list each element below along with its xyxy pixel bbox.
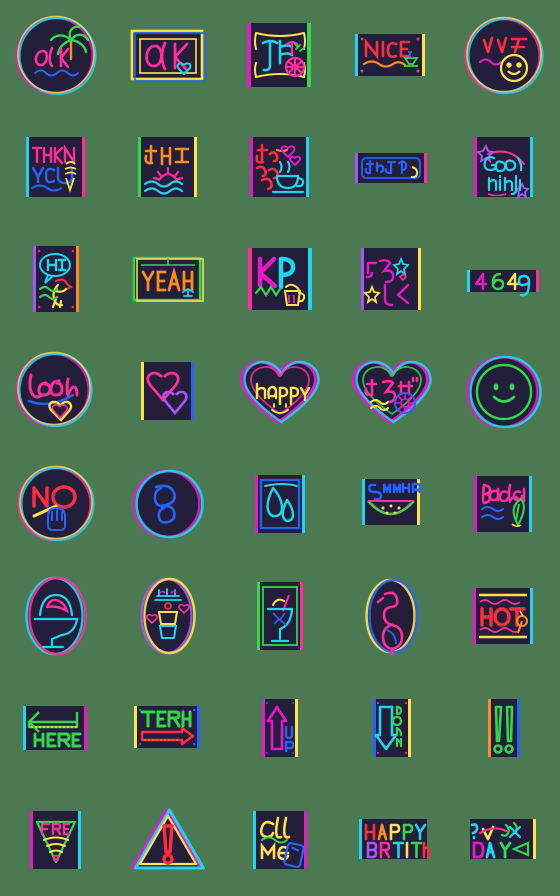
- sticker-warning-triangle[interactable]: !: [130, 804, 206, 876]
- sticker-yeah-rect[interactable]: YEAH: [127, 252, 209, 308]
- sticker-cell[interactable]: おつかれ: [224, 112, 336, 224]
- sticker-ohayo-sunrise-rect[interactable]: おはよ: [132, 132, 204, 204]
- sticker-hot-thermometer-rect[interactable]: HOT: [467, 583, 541, 649]
- sticker-cell[interactable]: [112, 560, 224, 672]
- sticker-free-wifi-rect[interactable]: FREE: [24, 806, 88, 874]
- sticker-no-fist-circle[interactable]: NO: [14, 462, 98, 546]
- sticker-cell[interactable]: [112, 448, 224, 560]
- sticker-sheet-grid: OKI OK: [0, 0, 560, 896]
- sticker-oki-palm-tree-circle[interactable]: OKI: [13, 13, 99, 99]
- sticker-here-left-arrow-rect[interactable]: HERE: [17, 700, 95, 756]
- sticker-thank-you-icecream-rect[interactable]: THANK YOU: [20, 132, 92, 204]
- sticker-cell[interactable]: DAY: [448, 784, 560, 896]
- sticker-cell[interactable]: [448, 336, 560, 448]
- sticker-summer-festival-rect[interactable]: 夏祭り: [240, 17, 320, 95]
- sticker-flamingo-ellipse[interactable]: [361, 574, 423, 658]
- sticker-cell[interactable]: KP: [224, 224, 336, 336]
- sticker-yoroshiku-stars-rect[interactable]: よろしく: [354, 243, 430, 317]
- sticker-cell[interactable]: UP: [224, 672, 336, 784]
- sticker-happy-heart[interactable]: Happy: [235, 356, 325, 428]
- sticker-cell[interactable]: NO: [0, 448, 112, 560]
- sticker-cell[interactable]: [224, 448, 336, 560]
- sticker-there-right-arrow-rect[interactable]: THERE: [128, 700, 208, 756]
- sticker-footprints-circle[interactable]: [129, 465, 207, 543]
- sticker-birthday-day-rect-part2[interactable]: DAY: [466, 813, 542, 867]
- sticker-nice-drink-rect[interactable]: NICE: [350, 26, 434, 86]
- sticker-oyasumi-rect[interactable]: おやすみ: [350, 145, 434, 191]
- sticker-cell[interactable]: Happy: [224, 336, 336, 448]
- sticker-cell[interactable]: Love: [0, 336, 112, 448]
- sticker-4649-numbers-rect[interactable]: 4649: [462, 262, 546, 298]
- sticker-cell[interactable]: HAPPY BIRTH: [336, 784, 448, 896]
- sticker-otsukare-coffee-rect[interactable]: おつかれ: [244, 132, 316, 204]
- sticker-cell[interactable]: !: [112, 784, 224, 896]
- sticker-cell[interactable]: [112, 336, 224, 448]
- sticker-cell[interactable]: 4649: [448, 224, 560, 336]
- sticker-cell[interactable]: HOT: [448, 560, 560, 672]
- sticker-up-arrow-rect[interactable]: UP: [256, 695, 304, 761]
- sticker-asobo-heart[interactable]: あそぼ: [347, 356, 437, 428]
- sticker-two-hearts-rect[interactable]: [135, 357, 201, 427]
- sticker-double-exclamation-rect[interactable]: !!: [482, 695, 526, 761]
- sticker-call-me-phone-rect[interactable]: Call Me: [246, 806, 314, 874]
- sticker-water-drops-rect[interactable]: [249, 470, 311, 538]
- sticker-iine-smiley-circle[interactable]: イイネ: [462, 14, 546, 98]
- sticker-cell[interactable]: YEAH: [112, 224, 224, 336]
- sticker-cell[interactable]: イイネ: [448, 0, 560, 112]
- sticker-cell[interactable]: [336, 560, 448, 672]
- sticker-cell[interactable]: [0, 560, 112, 672]
- sticker-cocktail-drink-rect[interactable]: [252, 577, 308, 655]
- sticker-cell[interactable]: Call Me: [224, 784, 336, 896]
- sticker-shaved-ice-kakigori-ellipse[interactable]: [136, 574, 200, 658]
- sticker-cell[interactable]: OKI: [0, 0, 112, 112]
- sticker-cell[interactable]: 夏祭り: [224, 0, 336, 112]
- sticker-parfait-ellipse[interactable]: [21, 573, 91, 659]
- sticker-cell[interactable]: [224, 560, 336, 672]
- sticker-down-arrow-rect[interactable]: DOWN: [366, 695, 418, 761]
- sticker-cell[interactable]: HI: [0, 224, 112, 336]
- sticker-smiley-face-circle[interactable]: [464, 352, 544, 432]
- sticker-cell[interactable]: SUMMER: [336, 448, 448, 560]
- sticker-hi-parrot-rect[interactable]: HI: [26, 241, 86, 319]
- sticker-love-heart-circle[interactable]: Love: [13, 349, 99, 435]
- sticker-cell[interactable]: あそぼ: [336, 336, 448, 448]
- sticker-cell[interactable]: Beach: [448, 448, 560, 560]
- sticker-cell[interactable]: THANK YOU: [0, 112, 112, 224]
- sticker-cell[interactable]: OK: [112, 0, 224, 112]
- sticker-cell[interactable]: おやすみ: [336, 112, 448, 224]
- sticker-beach-surfboard-rect[interactable]: Beach: [468, 471, 540, 537]
- sticker-cell[interactable]: THERE: [112, 672, 224, 784]
- sticker-cell[interactable]: よろしく: [336, 224, 448, 336]
- sticker-cell[interactable]: !!: [448, 672, 560, 784]
- sticker-cell[interactable]: HERE: [0, 672, 112, 784]
- sticker-kp-beer-rect[interactable]: KP: [242, 243, 318, 317]
- sticker-cell[interactable]: NICE: [336, 0, 448, 112]
- sticker-summer-watermelon-rect[interactable]: SUMMER: [356, 473, 428, 535]
- sticker-cell[interactable]: おはよ: [112, 112, 224, 224]
- sticker-cell[interactable]: DOWN: [336, 672, 448, 784]
- sticker-good-night-stars-rect[interactable]: Good Night: [468, 132, 540, 204]
- sticker-cell[interactable]: FREE: [0, 784, 112, 896]
- sticker-happy-birth-rect-part1[interactable]: HAPPY BIRTH: [354, 813, 430, 867]
- sticker-cell[interactable]: Good Night: [448, 112, 560, 224]
- sticker-ok-heart-rect[interactable]: OK: [127, 24, 209, 88]
